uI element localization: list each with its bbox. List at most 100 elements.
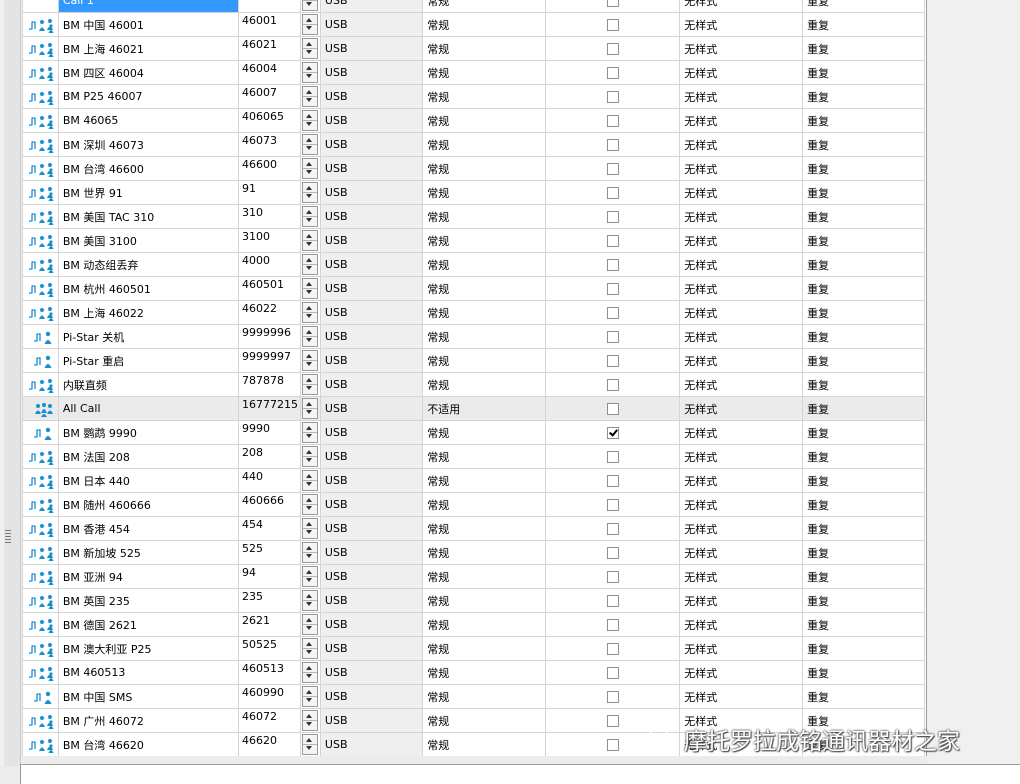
row-checkbox[interactable] [606, 451, 619, 463]
row-checkbox[interactable] [606, 355, 619, 367]
row-checkbox[interactable] [606, 115, 619, 127]
row-checkbox[interactable] [606, 187, 619, 199]
call-type-cell[interactable]: USB [319, 516, 424, 541]
checkbox-cell[interactable] [545, 420, 681, 445]
call-id-stepper[interactable] [300, 84, 321, 109]
row-checkbox[interactable] [606, 331, 619, 343]
style-cell[interactable]: 无样式 [679, 204, 804, 229]
style-cell[interactable]: 无样式 [679, 564, 804, 589]
call-id-stepper[interactable] [300, 300, 321, 325]
checkbox-cell[interactable] [545, 372, 681, 397]
contact-name-cell[interactable]: BM 鹦鹉 9990 [57, 420, 240, 445]
table-row[interactable]: BM 动态组丢弃 4000 USB 常规 无样式 重复 [22, 252, 925, 277]
call-id-stepper[interactable] [300, 660, 321, 685]
contact-name-cell[interactable]: BM 四区 46004 [57, 60, 240, 85]
checkbox-cell[interactable] [545, 660, 681, 685]
repeat-cell[interactable]: 重复 [802, 180, 925, 205]
table-row[interactable]: BM 澳大利亚 P25 50525 USB 常规 无样式 重复 [22, 636, 925, 661]
call-id-cell[interactable]: 454 [238, 516, 302, 541]
style-cell[interactable]: 无样式 [679, 516, 804, 541]
call-type-cell[interactable]: USB [319, 396, 424, 421]
table-row[interactable]: All Call 16777215 USB 不适用 无样式 重复 [22, 396, 925, 421]
repeat-cell[interactable]: 重复 [802, 444, 925, 469]
checkbox-cell[interactable] [545, 348, 681, 373]
call-type-cell[interactable]: USB [319, 420, 424, 445]
repeat-cell[interactable]: 重复 [802, 300, 925, 325]
checkbox-cell[interactable] [545, 0, 681, 13]
row-checkbox[interactable] [606, 139, 619, 151]
repeat-cell[interactable]: 重复 [802, 396, 925, 421]
call-type-cell[interactable]: USB [319, 324, 424, 349]
mode-cell[interactable]: 常规 [422, 156, 547, 181]
repeat-cell[interactable]: 重复 [802, 108, 925, 133]
style-cell[interactable]: 无样式 [679, 60, 804, 85]
call-id-stepper[interactable] [300, 132, 321, 157]
checkbox-cell[interactable] [545, 300, 681, 325]
mode-cell[interactable]: 常规 [422, 636, 547, 661]
row-checkbox[interactable] [606, 427, 619, 439]
table-row[interactable]: BM 亚洲 94 94 USB 常规 无样式 重复 [22, 564, 925, 589]
mode-cell[interactable]: 常规 [422, 540, 547, 565]
call-id-cell[interactable]: 460666 [238, 492, 302, 517]
call-id-stepper[interactable] [300, 588, 321, 613]
call-id-stepper[interactable] [300, 0, 321, 13]
repeat-cell[interactable]: 重复 [802, 564, 925, 589]
repeat-cell[interactable]: 重复 [802, 588, 925, 613]
call-type-cell[interactable]: USB [319, 540, 424, 565]
contact-name-cell[interactable]: BM 杭州 460501 [57, 276, 240, 301]
mode-cell[interactable]: 常规 [422, 708, 547, 733]
mode-cell[interactable]: 常规 [422, 36, 547, 61]
contact-name-cell[interactable]: BM 美国 TAC 310 [57, 204, 240, 229]
call-type-cell[interactable]: USB [319, 492, 424, 517]
call-type-cell[interactable]: USB [319, 612, 424, 637]
style-cell[interactable]: 无样式 [679, 84, 804, 109]
contact-name-cell[interactable]: BM 上海 46021 [57, 36, 240, 61]
style-cell[interactable]: 无样式 [679, 636, 804, 661]
call-type-cell[interactable]: USB [319, 156, 424, 181]
call-type-cell[interactable]: USB [319, 252, 424, 277]
contact-name-cell[interactable]: BM 台湾 46620 [57, 732, 240, 756]
call-type-cell[interactable]: USB [319, 60, 424, 85]
row-checkbox[interactable] [606, 715, 619, 727]
call-id-cell[interactable]: 460501 [238, 276, 302, 301]
repeat-cell[interactable]: 重复 [802, 12, 925, 37]
style-cell[interactable]: 无样式 [679, 36, 804, 61]
table-row[interactable]: BM 随州 460666 460666 USB 常规 无样式 重复 [22, 492, 925, 517]
row-checkbox[interactable] [606, 475, 619, 487]
mode-cell[interactable]: 常规 [422, 660, 547, 685]
style-cell[interactable]: 无样式 [679, 612, 804, 637]
table-row[interactable]: BM 上海 46021 46021 USB 常规 无样式 重复 [22, 36, 925, 61]
contact-name-cell[interactable]: BM 动态组丢弃 [57, 252, 240, 277]
call-type-cell[interactable]: USB [319, 588, 424, 613]
table-row[interactable]: BM 46065 406065 USB 常规 无样式 重复 [22, 108, 925, 133]
style-cell[interactable]: 无样式 [679, 12, 804, 37]
repeat-cell[interactable]: 重复 [802, 0, 925, 13]
table-row[interactable]: BM 上海 46022 46022 USB 常规 无样式 重复 [22, 300, 925, 325]
call-id-cell[interactable]: 46022 [238, 300, 302, 325]
call-id-cell[interactable]: 787878 [238, 372, 302, 397]
call-type-cell[interactable]: USB [319, 708, 424, 733]
call-id-cell[interactable]: 46021 [238, 36, 302, 61]
call-id-stepper[interactable] [300, 372, 321, 397]
checkbox-cell[interactable] [545, 396, 681, 421]
style-cell[interactable]: 无样式 [679, 396, 804, 421]
call-id-stepper[interactable] [300, 204, 321, 229]
row-checkbox[interactable] [606, 67, 619, 79]
repeat-cell[interactable]: 重复 [802, 660, 925, 685]
contact-name-cell[interactable]: BM 德国 2621 [57, 612, 240, 637]
checkbox-cell[interactable] [545, 36, 681, 61]
contact-name-cell[interactable]: Call 1 [57, 0, 240, 13]
call-type-cell[interactable]: USB [319, 732, 424, 756]
row-checkbox[interactable] [606, 307, 619, 319]
row-checkbox[interactable] [606, 163, 619, 175]
style-cell[interactable]: 无样式 [679, 228, 804, 253]
call-type-cell[interactable]: USB [319, 0, 424, 13]
mode-cell[interactable]: 常规 [422, 468, 547, 493]
checkbox-cell[interactable] [545, 276, 681, 301]
style-cell[interactable]: 无样式 [679, 300, 804, 325]
table-row[interactable]: BM 中国 SMS 460990 USB 常规 无样式 重复 [22, 684, 925, 709]
contact-name-cell[interactable]: BM 广州 46072 [57, 708, 240, 733]
style-cell[interactable]: 无样式 [679, 156, 804, 181]
style-cell[interactable]: 无样式 [679, 132, 804, 157]
contact-name-cell[interactable]: BM 法国 208 [57, 444, 240, 469]
